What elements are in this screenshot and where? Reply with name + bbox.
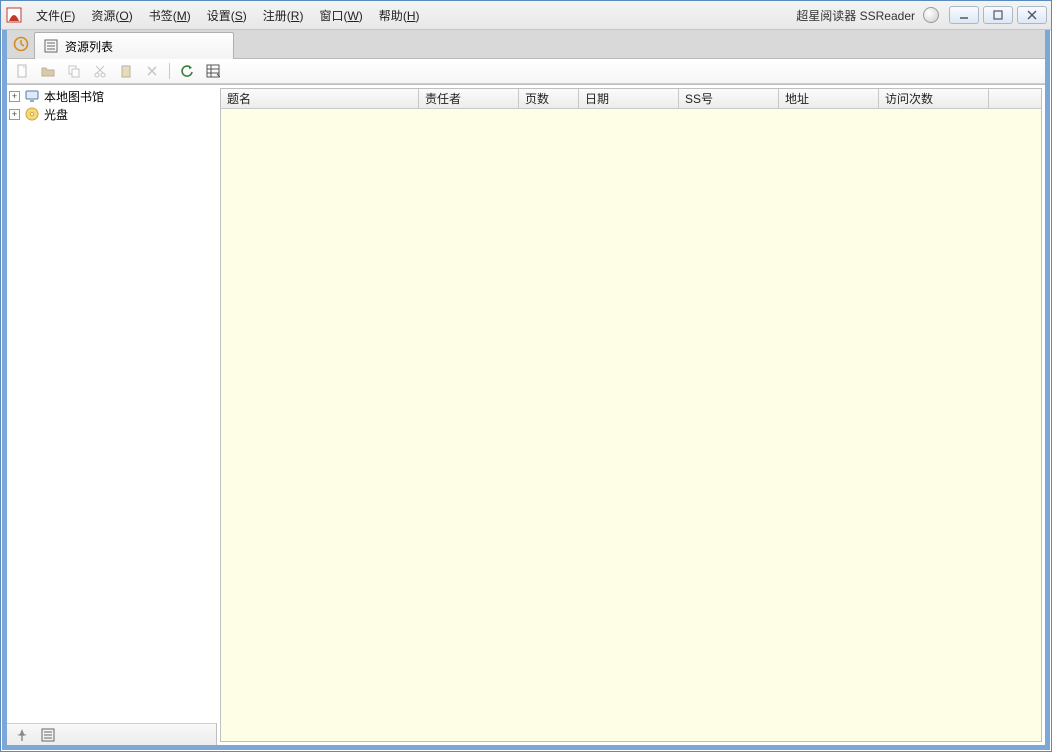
list-icon — [43, 38, 59, 54]
maximize-button[interactable] — [983, 6, 1013, 24]
col-visits[interactable]: 访问次数 — [879, 89, 989, 108]
view-mode-button[interactable] — [202, 61, 224, 81]
menubar: 文件(F) 资源(O) 书签(M) 设置(S) 注册(R) 窗口(W) 帮助(H… — [1, 1, 1051, 30]
menu-settings[interactable]: 设置(S) — [200, 4, 254, 27]
inner-area: 资源列表 + — [7, 30, 1045, 745]
paste-button[interactable] — [115, 61, 137, 81]
content-area: + 本地图书馆 + 光盘 — [7, 84, 1045, 745]
tab-strip: 资源列表 — [7, 30, 1045, 59]
sidebar-bottom-toolbar — [7, 723, 216, 745]
window-frame: 文件(F) 资源(O) 书签(M) 设置(S) 注册(R) 窗口(W) 帮助(H… — [0, 0, 1052, 752]
list-body[interactable] — [221, 109, 1041, 741]
menu-register[interactable]: 注册(R) — [256, 4, 311, 27]
delete-button[interactable] — [141, 61, 163, 81]
sidebar-container: + 本地图书馆 + 光盘 — [7, 85, 217, 745]
col-author[interactable]: 责任者 — [419, 89, 519, 108]
refresh-button[interactable] — [176, 61, 198, 81]
cd-icon — [24, 106, 40, 122]
col-spacer[interactable] — [989, 89, 1041, 108]
window-title: 超星阅读器 SSReader — [796, 7, 915, 24]
menu-window[interactable]: 窗口(W) — [312, 4, 369, 27]
properties-button[interactable] — [37, 725, 59, 745]
close-button[interactable] — [1017, 6, 1047, 24]
tab-resource-list[interactable]: 资源列表 — [34, 32, 234, 59]
menu-help[interactable]: 帮助(H) — [372, 4, 427, 27]
tree-item-local-library[interactable]: + 本地图书馆 — [7, 87, 217, 105]
status-indicator-icon — [923, 7, 939, 23]
tab-label: 资源列表 — [65, 38, 113, 55]
pin-button[interactable] — [11, 725, 33, 745]
toolbar-separator — [169, 63, 170, 79]
menu-file[interactable]: 文件(F) — [29, 4, 82, 27]
tree-label: 光盘 — [44, 106, 68, 123]
col-date[interactable]: 日期 — [579, 89, 679, 108]
menu-resource[interactable]: 资源(O) — [84, 4, 139, 27]
menu-bookmark[interactable]: 书签(M) — [142, 4, 198, 27]
window-controls — [949, 6, 1047, 24]
history-button[interactable] — [8, 31, 34, 57]
minimize-button[interactable] — [949, 6, 979, 24]
menu-items: 文件(F) 资源(O) 书签(M) 设置(S) 注册(R) 窗口(W) 帮助(H… — [29, 4, 426, 27]
copy-button[interactable] — [63, 61, 85, 81]
col-ssnum[interactable]: SS号 — [679, 89, 779, 108]
app-logo-icon — [5, 6, 23, 24]
expand-icon[interactable]: + — [9, 109, 20, 120]
expand-icon[interactable]: + — [9, 91, 20, 102]
list-header: 题名 责任者 页数 日期 SS号 地址 访问次数 — [221, 89, 1041, 109]
monitor-icon — [24, 88, 40, 104]
col-title[interactable]: 题名 — [221, 89, 419, 108]
col-pages[interactable]: 页数 — [519, 89, 579, 108]
tree-label: 本地图书馆 — [44, 88, 104, 105]
list-view: 题名 责任者 页数 日期 SS号 地址 访问次数 — [220, 88, 1042, 742]
toolbar — [7, 59, 1045, 84]
col-address[interactable]: 地址 — [779, 89, 879, 108]
new-file-button[interactable] — [11, 61, 33, 81]
folder-open-button[interactable] — [37, 61, 59, 81]
tree-view: + 本地图书馆 + 光盘 — [7, 85, 217, 723]
cut-button[interactable] — [89, 61, 111, 81]
tree-item-cd[interactable]: + 光盘 — [7, 105, 217, 123]
